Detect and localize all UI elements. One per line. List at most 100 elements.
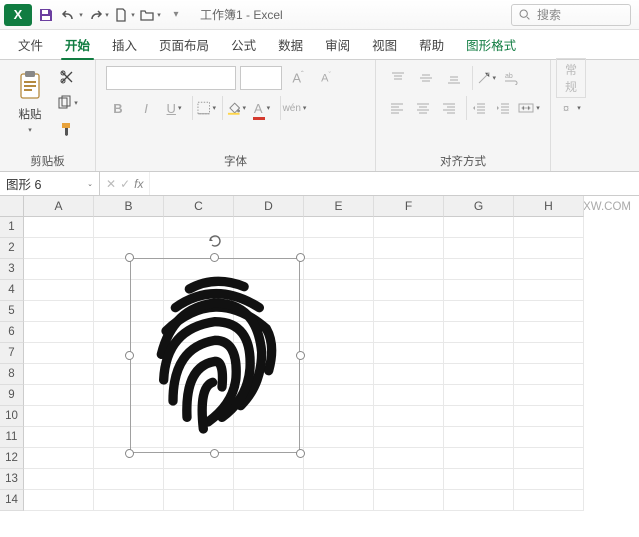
column-header[interactable]: A: [24, 196, 94, 217]
cell[interactable]: [514, 448, 584, 469]
cell[interactable]: [374, 217, 444, 238]
cell[interactable]: [24, 301, 94, 322]
resize-handle-e[interactable]: [296, 351, 305, 360]
cell[interactable]: [514, 364, 584, 385]
cell[interactable]: [24, 448, 94, 469]
cell[interactable]: [24, 322, 94, 343]
align-bottom-button[interactable]: [442, 66, 466, 90]
cell[interactable]: [24, 259, 94, 280]
cell[interactable]: [514, 406, 584, 427]
cell[interactable]: [374, 301, 444, 322]
cell[interactable]: [514, 427, 584, 448]
decrease-indent-button[interactable]: [466, 96, 488, 120]
rotate-handle[interactable]: [206, 232, 224, 250]
row-header[interactable]: 7: [0, 343, 24, 364]
cell[interactable]: [304, 406, 374, 427]
cell[interactable]: [304, 343, 374, 364]
cell[interactable]: [444, 385, 514, 406]
cell[interactable]: [444, 406, 514, 427]
cell[interactable]: [234, 469, 304, 490]
fx-button[interactable]: fx: [134, 177, 143, 191]
open-file-button[interactable]: ▾: [138, 3, 162, 27]
cell[interactable]: [24, 364, 94, 385]
merge-center-button[interactable]: ▾: [518, 96, 540, 120]
cell[interactable]: [374, 448, 444, 469]
search-input[interactable]: 搜索: [511, 4, 631, 26]
cell[interactable]: [24, 469, 94, 490]
row-header[interactable]: 10: [0, 406, 24, 427]
cell[interactable]: [24, 427, 94, 448]
copy-button[interactable]: ▾: [56, 92, 78, 114]
cell[interactable]: [234, 217, 304, 238]
cell[interactable]: [24, 343, 94, 364]
cell[interactable]: [374, 427, 444, 448]
cells-area[interactable]: [24, 217, 639, 537]
cell[interactable]: [514, 490, 584, 511]
cell[interactable]: [304, 280, 374, 301]
cell[interactable]: [444, 259, 514, 280]
name-box[interactable]: 图形 6 ⌄: [0, 172, 100, 195]
cut-button[interactable]: [56, 66, 78, 88]
row-header[interactable]: 4: [0, 280, 24, 301]
cell[interactable]: [94, 490, 164, 511]
cell[interactable]: [304, 301, 374, 322]
cell[interactable]: [164, 469, 234, 490]
cell[interactable]: [304, 238, 374, 259]
cell[interactable]: [374, 469, 444, 490]
cell[interactable]: [24, 406, 94, 427]
resize-handle-sw[interactable]: [125, 449, 134, 458]
cell[interactable]: [514, 385, 584, 406]
row-header[interactable]: 3: [0, 259, 24, 280]
phonetic-button[interactable]: wén▾: [280, 96, 304, 120]
resize-handle-s[interactable]: [210, 449, 219, 458]
cell[interactable]: [304, 427, 374, 448]
selected-shape[interactable]: [130, 258, 300, 453]
orientation-button[interactable]: ▾: [472, 66, 496, 90]
row-header[interactable]: 14: [0, 490, 24, 511]
resize-handle-nw[interactable]: [125, 253, 134, 262]
cell[interactable]: [234, 490, 304, 511]
row-header[interactable]: 8: [0, 364, 24, 385]
cell[interactable]: [514, 259, 584, 280]
cell[interactable]: [24, 217, 94, 238]
font-name-combo[interactable]: [106, 66, 236, 90]
font-size-combo[interactable]: [240, 66, 282, 90]
cell[interactable]: [374, 280, 444, 301]
undo-button[interactable]: ▾: [60, 3, 84, 27]
row-header[interactable]: 5: [0, 301, 24, 322]
row-header[interactable]: 6: [0, 322, 24, 343]
column-header[interactable]: C: [164, 196, 234, 217]
tab-data[interactable]: 数据: [270, 30, 311, 59]
cell[interactable]: [304, 322, 374, 343]
tab-file[interactable]: 文件: [10, 30, 51, 59]
cell[interactable]: [444, 280, 514, 301]
cell[interactable]: [234, 238, 304, 259]
align-top-button[interactable]: [386, 66, 410, 90]
tab-page-layout[interactable]: 页面布局: [151, 30, 217, 59]
column-header[interactable]: B: [94, 196, 164, 217]
increase-font-button[interactable]: Aˆ: [286, 66, 310, 90]
tab-review[interactable]: 审阅: [317, 30, 358, 59]
cell[interactable]: [374, 490, 444, 511]
cell[interactable]: [304, 385, 374, 406]
number-format-combo[interactable]: 常规: [559, 66, 583, 90]
redo-button[interactable]: ▾: [86, 3, 110, 27]
save-button[interactable]: [34, 3, 58, 27]
cell[interactable]: [24, 280, 94, 301]
currency-button[interactable]: ¤▾: [559, 96, 583, 120]
cell[interactable]: [514, 280, 584, 301]
cell[interactable]: [444, 217, 514, 238]
cell[interactable]: [374, 385, 444, 406]
increase-indent-button[interactable]: [492, 96, 514, 120]
align-right-button[interactable]: [438, 96, 460, 120]
cell[interactable]: [304, 469, 374, 490]
column-header[interactable]: G: [444, 196, 514, 217]
select-all-corner[interactable]: [0, 196, 24, 217]
resize-handle-n[interactable]: [210, 253, 219, 262]
fill-color-button[interactable]: ▾: [222, 96, 246, 120]
column-header[interactable]: D: [234, 196, 304, 217]
cell[interactable]: [374, 238, 444, 259]
cell[interactable]: [514, 469, 584, 490]
decrease-font-button[interactable]: Aˇ: [314, 66, 338, 90]
tab-formulas[interactable]: 公式: [223, 30, 264, 59]
